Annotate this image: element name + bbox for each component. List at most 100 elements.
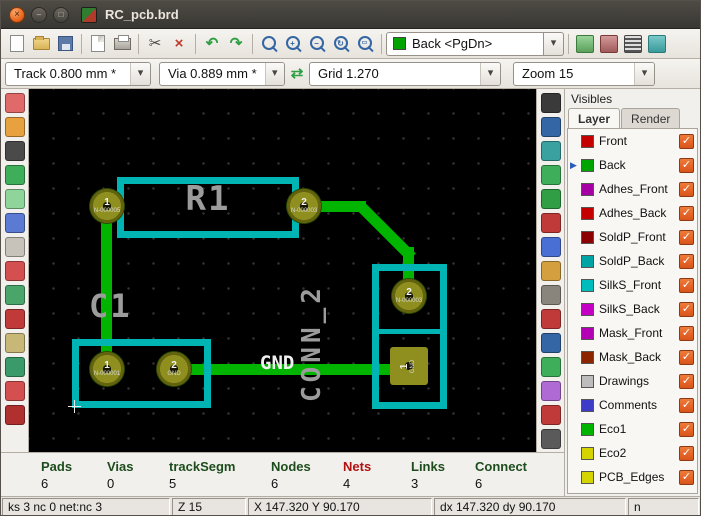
- layer-row-soldp-front[interactable]: SoldP_Front ✓: [568, 225, 697, 249]
- layer-color-swatch[interactable]: [581, 423, 594, 436]
- zoom-in-icon[interactable]: [281, 32, 305, 56]
- via-size-dropdown[interactable]: ▾: [265, 63, 284, 85]
- redo-icon[interactable]: ↷: [224, 32, 248, 56]
- ratsnest-visibility-icon[interactable]: [5, 237, 25, 257]
- layer-checkbox[interactable]: ✓: [679, 278, 694, 293]
- auto-delete-track-icon[interactable]: [5, 285, 25, 305]
- delete-icon[interactable]: ×: [167, 32, 191, 56]
- layer-checkbox[interactable]: ✓: [679, 422, 694, 437]
- units-mm-icon[interactable]: [5, 189, 25, 209]
- find-icon[interactable]: [257, 32, 281, 56]
- layer-row-drawings[interactable]: Drawings ✓: [568, 369, 697, 393]
- layer-row-comments[interactable]: Comments ✓: [568, 393, 697, 417]
- layer-checkbox[interactable]: ✓: [679, 350, 694, 365]
- layer-color-swatch[interactable]: [581, 279, 594, 292]
- grid-origin-icon[interactable]: [541, 381, 561, 401]
- layer-color-swatch[interactable]: [581, 375, 594, 388]
- layer-checkbox[interactable]: ✓: [679, 254, 694, 269]
- layer-color-swatch[interactable]: [581, 135, 594, 148]
- layer-color-swatch[interactable]: [581, 399, 594, 412]
- close-button[interactable]: ×: [9, 7, 25, 23]
- measure-tool-icon[interactable]: [541, 405, 561, 425]
- minimize-button[interactable]: –: [31, 7, 47, 23]
- grid-visibility-icon[interactable]: [5, 117, 25, 137]
- highlight-net-icon[interactable]: [541, 117, 561, 137]
- drill-origin-icon[interactable]: [541, 357, 561, 377]
- save-board-icon[interactable]: [53, 32, 77, 56]
- zoom-out-icon[interactable]: [305, 32, 329, 56]
- layer-color-swatch[interactable]: [581, 255, 594, 268]
- grid-select[interactable]: Grid 1.270 ▾: [309, 62, 501, 86]
- layer-row-eco1[interactable]: Eco1 ✓: [568, 417, 697, 441]
- open-board-icon[interactable]: [29, 32, 53, 56]
- local-ratsnest-icon[interactable]: [541, 141, 561, 161]
- cursor-tool-icon[interactable]: [541, 93, 561, 113]
- pad-c1-2[interactable]: 2 GND: [156, 351, 192, 387]
- zoom-dropdown[interactable]: ▾: [634, 63, 654, 85]
- layer-row-silks-front[interactable]: SilkS_Front ✓: [568, 273, 697, 297]
- zoom-fit-icon[interactable]: [353, 32, 377, 56]
- layer-checkbox[interactable]: ✓: [679, 446, 694, 461]
- track-mode-icon[interactable]: [621, 32, 645, 56]
- layer-checkbox[interactable]: ✓: [679, 374, 694, 389]
- track-width-dropdown[interactable]: ▾: [130, 63, 150, 85]
- layer-color-swatch[interactable]: [581, 351, 594, 364]
- autoroute-icon[interactable]: [541, 429, 561, 449]
- module-ratsnest-icon[interactable]: [5, 261, 25, 281]
- layer-color-swatch[interactable]: [581, 471, 594, 484]
- layer-dropdown-button[interactable]: ▾: [544, 32, 564, 56]
- pcb-canvas[interactable]: R1 C1 CONN_2 GND 1 N-000005 2 N-000003 1: [29, 89, 536, 452]
- add-dimension-icon[interactable]: [541, 285, 561, 305]
- pad-conn-2[interactable]: 2 N-000003: [391, 278, 427, 314]
- undo-icon[interactable]: ↶: [200, 32, 224, 56]
- pad-conn-1[interactable]: 1 GND: [390, 347, 428, 385]
- add-keepout-icon[interactable]: [541, 237, 561, 257]
- microwave-tools-icon[interactable]: [5, 381, 25, 401]
- footprint-mode-icon[interactable]: [597, 32, 621, 56]
- layer-checkbox[interactable]: ✓: [679, 398, 694, 413]
- layer-row-eco2[interactable]: Eco2 ✓: [568, 441, 697, 465]
- layer-checkbox[interactable]: ✓: [679, 230, 694, 245]
- layer-selector[interactable]: Back <PgDn>: [386, 32, 544, 56]
- layer-row-front[interactable]: Front ✓: [568, 129, 697, 153]
- page-settings-icon[interactable]: [86, 32, 110, 56]
- layer-color-swatch[interactable]: [581, 327, 594, 340]
- layer-row-adhes-back[interactable]: Adhes_Back ✓: [568, 201, 697, 225]
- auto-track-width-icon[interactable]: ⇄: [285, 62, 309, 86]
- layer-row-mask-back[interactable]: Mask_Back ✓: [568, 345, 697, 369]
- layer-color-swatch[interactable]: [581, 447, 594, 460]
- add-footprint-icon[interactable]: [541, 165, 561, 185]
- freeroute-icon[interactable]: [645, 32, 669, 56]
- tab-layer[interactable]: Layer: [568, 108, 620, 128]
- layer-row-silks-back[interactable]: SilkS_Back ✓: [568, 297, 697, 321]
- print-icon[interactable]: [110, 32, 134, 56]
- layer-color-swatch[interactable]: [581, 231, 594, 244]
- layer-checkbox[interactable]: ✓: [679, 134, 694, 149]
- cut-icon[interactable]: ✂: [143, 32, 167, 56]
- extra-grid-tool-icon[interactable]: [5, 405, 25, 425]
- layer-checkbox[interactable]: ✓: [679, 470, 694, 485]
- layer-row-mask-front[interactable]: Mask_Front ✓: [568, 321, 697, 345]
- units-inch-icon[interactable]: [5, 165, 25, 185]
- drc-off-icon[interactable]: [5, 93, 25, 113]
- add-track-icon[interactable]: [541, 189, 561, 209]
- polar-coords-icon[interactable]: [5, 141, 25, 161]
- layer-color-swatch[interactable]: [581, 207, 594, 220]
- layer-checkbox[interactable]: ✓: [679, 302, 694, 317]
- zoom-select[interactable]: Zoom 15 ▾: [513, 62, 655, 86]
- layer-row-back[interactable]: ▶ Back ✓: [568, 153, 697, 177]
- layer-row-adhes-front[interactable]: Adhes_Front ✓: [568, 177, 697, 201]
- pad-c1-1[interactable]: 1 N-000001: [89, 351, 125, 387]
- delete-item-icon[interactable]: [541, 333, 561, 353]
- layer-row-soldp-back[interactable]: SoldP_Back ✓: [568, 249, 697, 273]
- add-text-icon[interactable]: [541, 261, 561, 281]
- pad-r1-1[interactable]: 1 N-000005: [89, 188, 125, 224]
- layer-color-swatch[interactable]: [581, 303, 594, 316]
- layer-checkbox[interactable]: ✓: [679, 158, 694, 173]
- high-contrast-icon[interactable]: [5, 333, 25, 353]
- add-zone-icon[interactable]: [541, 213, 561, 233]
- zoom-redraw-icon[interactable]: [329, 32, 353, 56]
- maximize-button[interactable]: □: [53, 7, 69, 23]
- layer-row-pcb-edges[interactable]: PCB_Edges ✓: [568, 465, 697, 489]
- pad-r1-2[interactable]: 2 N-000003: [286, 188, 322, 224]
